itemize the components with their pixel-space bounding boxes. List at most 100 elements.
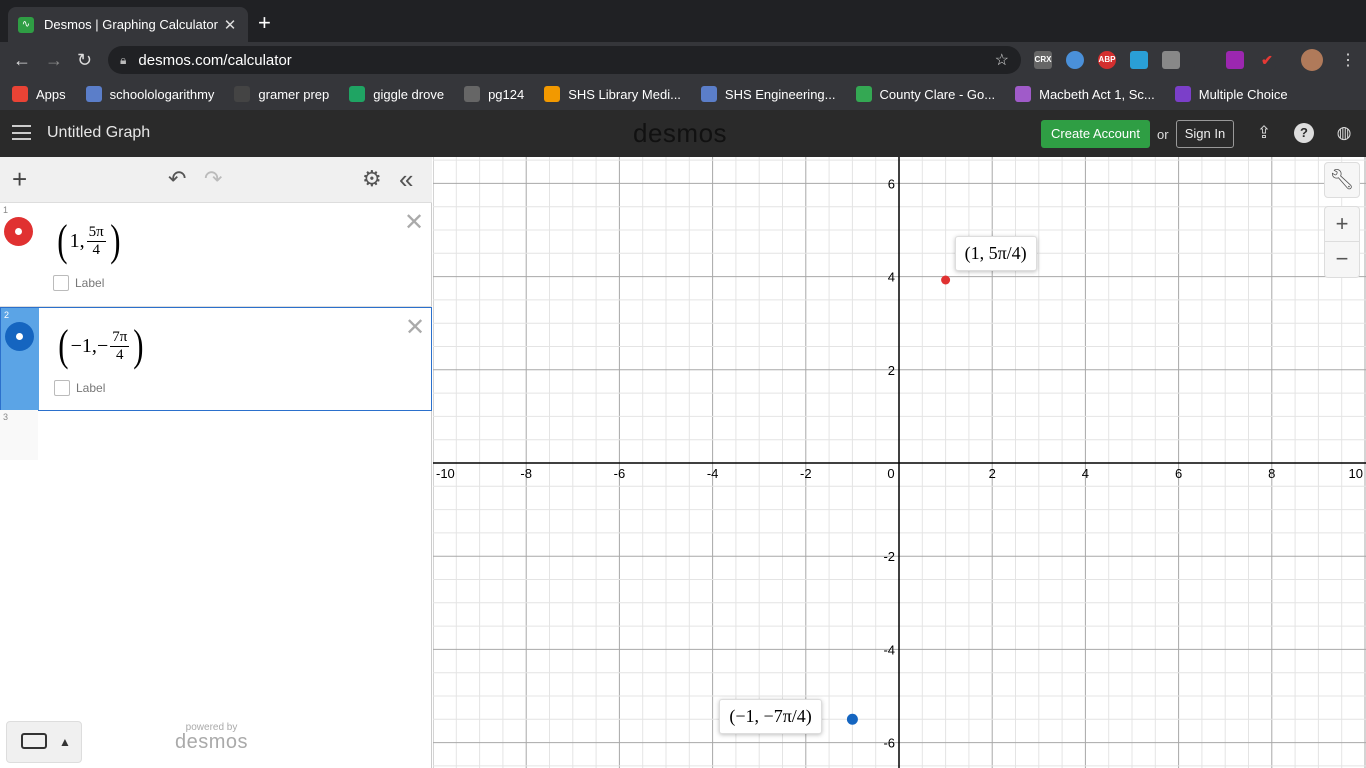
zoom-out-icon[interactable]: − [1324,242,1360,278]
x-tick-label: 2 [989,466,996,481]
label-checkbox[interactable] [53,275,69,291]
label-text: Label [76,381,106,395]
x-tick-label: -2 [800,466,812,481]
caret-up-icon: ▲ [59,735,71,749]
undo-icon[interactable]: ↶ [168,167,186,191]
expression-row-1[interactable]: 1 ( 1, 5π 4 ) ✕ Label [0,203,432,307]
point-style-icon[interactable] [5,322,34,351]
keypad-toggle-button[interactable]: ▲ [6,721,82,763]
point-2[interactable] [846,713,858,725]
bookmarks-bar: Apps schoolologarithmy gramer prep giggle d… [0,78,1366,110]
check-red-extension-icon[interactable]: ✔ [1258,51,1276,69]
expression-math[interactable]: ( −1, − 7π 4 ) [56,324,146,368]
bookmark-label: schoolologarithmy [109,86,215,102]
x-coordinate: 1, [69,229,85,252]
label-text: Label [75,276,105,290]
y-tick-label: 6 [888,176,895,191]
expression-math[interactable]: ( 1, 5π 4 ) [55,219,122,263]
y-tick-label: -4 [883,642,895,657]
label-checkbox-row[interactable]: Label [53,275,104,291]
point-1-tooltip: (1, 5π/4) [954,236,1037,271]
x-tick-label: 6 [1175,466,1182,481]
bookmark-favicon-icon [234,86,251,102]
share-icon[interactable]: ⇪ [1254,123,1274,143]
bookmark-item[interactable]: SHS Library Medi... [544,86,681,102]
hamburger-menu-icon[interactable] [12,125,31,140]
bookmark-star-icon[interactable]: ☆ [995,50,1009,70]
back-icon[interactable]: ← [13,50,31,70]
browser-tab[interactable]: ∿ Desmos | Graphing Calculator ✕ [8,7,248,42]
delete-expression-icon[interactable]: ✕ [404,211,424,235]
checkmark-extension-icon[interactable] [1130,51,1148,69]
sign-in-button[interactable]: Sign In [1176,120,1234,148]
graph-paper[interactable]: -10 -8 -6 -4 -2 0 2 4 6 8 10 6 4 2 -2 -4 -6 (1, 5π/4) (−1… [433,157,1366,768]
bookmark-label: pg124 [488,86,525,102]
powered-by-logo: desmos [175,731,249,753]
help-icon[interactable]: ? [1294,123,1314,143]
lock-icon: 🔒︎ [120,52,127,67]
powered-by-desmos[interactable]: powered by desmos [175,722,249,753]
bookmark-item[interactable]: Apps [12,86,66,102]
collapse-panel-icon[interactable]: « [399,166,413,192]
point-style-icon[interactable] [4,217,33,246]
bookmark-item[interactable]: Multiple Choice [1174,86,1288,102]
bookmark-item[interactable]: SHS Engineering... [700,86,836,102]
bookmark-item[interactable]: gramer prep [234,86,329,102]
add-item-icon[interactable]: + [12,166,27,192]
fraction-numerator: 7π [110,328,130,347]
delete-expression-icon[interactable]: ✕ [405,316,425,340]
settings-gear-icon[interactable]: ⚙ [362,167,382,191]
bookmark-item[interactable]: Macbeth Act 1, Sc... [1015,86,1155,102]
reload-icon[interactable]: ↻ [77,50,92,70]
briefcase-extension-icon[interactable] [1162,51,1180,69]
x-tick-label: 8 [1268,466,1275,481]
graph-canvas[interactable]: -10 -8 -6 -4 -2 0 2 4 6 8 10 6 4 2 -2 -4 -6 [433,157,1366,768]
zoom-in-icon[interactable]: + [1324,206,1360,242]
bookmark-item[interactable]: pg124 [464,86,524,102]
label-checkbox-row[interactable]: Label [54,380,105,396]
tab-close-icon[interactable]: ✕ [222,16,238,34]
graph-title[interactable]: Untitled Graph [47,124,150,142]
crx-extension-icon[interactable]: CRX [1034,51,1052,69]
color-extension-icon[interactable] [1226,51,1244,69]
label-checkbox[interactable] [54,380,70,396]
negative-sign: − [96,334,109,357]
tab-title: Desmos | Graphing Calculator [44,17,218,32]
bookmark-label: gramer prep [258,86,330,102]
expression-row-2[interactable]: 2 ( −1, − 7π 4 ) ✕ Label [0,307,432,411]
open-paren: ( [57,216,68,265]
bookmark-label: Macbeth Act 1, Sc... [1039,86,1155,102]
adblock-extension-icon[interactable]: ABP [1098,51,1116,69]
profile-avatar[interactable] [1301,49,1323,71]
globe-icon[interactable]: ◍ [1334,123,1354,143]
url-text: desmos.com/calculator [138,51,292,69]
menu-kebab-icon[interactable]: ⋮ [1340,50,1356,70]
address-bar[interactable]: 🔒︎ desmos.com/calculator ☆ [108,46,1021,74]
graph-settings-wrench-icon[interactable]: 🔧︎ [1324,162,1360,198]
new-tab-icon[interactable]: + [258,12,271,34]
x-tick-label: -8 [520,466,532,481]
desmos-favicon-icon: ∿ [18,16,34,33]
bookmark-item[interactable]: County Clare - Go... [855,86,995,102]
bookmark-item[interactable]: schoolologarithmy [85,86,215,102]
forward-icon[interactable]: → [45,50,63,70]
bookmark-label: giggle drove [373,86,445,102]
bookmark-label: Multiple Choice [1198,86,1288,102]
point-1[interactable] [941,275,951,285]
close-paren: ) [133,321,144,370]
bookmark-item[interactable]: giggle drove [349,86,444,102]
x-coordinate: −1, [70,334,97,357]
bookmark-label: SHS Engineering... [724,86,836,102]
owl-extension-icon[interactable] [1066,51,1084,69]
y-tick-label: -2 [883,549,895,564]
blank-extension-icon[interactable] [1194,51,1212,69]
create-account-button[interactable]: Create Account [1041,120,1150,148]
x-tick-label: 0 [887,466,894,481]
bookmark-favicon-icon [700,86,717,102]
y-tick-label: -6 [883,736,895,751]
expression-row-3[interactable]: 3 [0,410,38,460]
browser-tab-bar: ∿ Desmos | Graphing Calculator ✕ + [0,0,1366,42]
desmos-logo: desmos [633,118,728,148]
redo-icon[interactable]: ↷ [204,167,222,191]
x-tick-label: 10 [1349,466,1363,481]
